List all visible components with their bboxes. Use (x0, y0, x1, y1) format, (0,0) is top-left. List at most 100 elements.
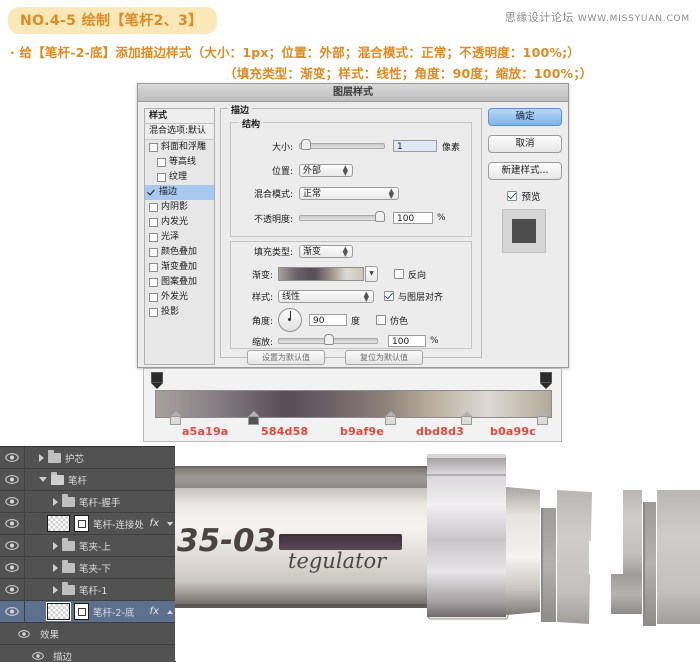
checkbox-icon[interactable] (149, 278, 158, 287)
style-item-pattern-overlay[interactable]: 图案叠加 (145, 275, 214, 290)
color-stop-3[interactable] (385, 411, 396, 425)
layer-row-bi-gan-woshou[interactable]: 笔杆-握手 (0, 491, 175, 513)
eye-icon[interactable] (0, 645, 48, 662)
checkbox-icon[interactable] (149, 218, 158, 227)
dialog-titlebar: 图层样式 (138, 84, 568, 102)
eye-icon[interactable] (0, 447, 25, 468)
size-slider-knob[interactable] (301, 139, 311, 150)
opacity-input[interactable]: 100 (393, 212, 433, 224)
layer-thumbnail[interactable] (47, 515, 70, 532)
reverse-checkbox[interactable] (394, 269, 404, 279)
style-item-stroke[interactable]: 描边 (145, 185, 214, 200)
stop-square-icon (385, 416, 396, 425)
expand-arrow-icon[interactable] (53, 498, 58, 506)
cancel-button[interactable]: 取消 (488, 135, 562, 153)
layer-row-bi-gan-1[interactable]: 笔杆-1 (0, 579, 175, 601)
vector-mask-thumbnail[interactable] (74, 603, 89, 620)
eye-icon[interactable] (0, 623, 34, 644)
expand-arrow-icon[interactable] (39, 454, 44, 462)
checkbox-icon[interactable] (149, 248, 158, 257)
expand-arrow-icon[interactable] (53, 542, 58, 550)
angle-input[interactable]: 90 (309, 314, 347, 326)
style-item-color-overlay[interactable]: 颜色叠加 (145, 245, 214, 260)
layers-panel: 护芯 笔杆 笔杆-握手 (0, 446, 176, 662)
preview-toggle-row[interactable]: 预览 (488, 189, 560, 203)
checkbox-icon[interactable] (149, 293, 158, 302)
scale-slider-knob[interactable] (324, 334, 334, 345)
chevron-down-icon[interactable]: ▼ (365, 266, 378, 282)
layer-row-effect-stroke[interactable]: 描边 (0, 645, 175, 662)
style-item-inner-shadow[interactable]: 内阴影 (145, 200, 214, 215)
effects-disclosure-icon[interactable] (165, 513, 175, 534)
eye-icon[interactable] (0, 579, 25, 600)
eye-icon[interactable] (0, 491, 25, 512)
collapse-arrow-icon[interactable] (39, 477, 47, 482)
gradient-preview-swatch[interactable] (278, 267, 364, 281)
gradient-style-select[interactable]: 线性 ▲▼ (278, 290, 374, 303)
checkbox-icon[interactable] (149, 263, 158, 272)
checkbox-icon[interactable] (149, 203, 158, 212)
expand-arrow-icon[interactable] (53, 586, 58, 594)
folder-icon (62, 541, 75, 551)
gradient-ramp[interactable] (155, 390, 552, 418)
layer-thumbnail[interactable] (47, 603, 70, 620)
preview-label: 预览 (521, 189, 540, 203)
style-item-outer-glow[interactable]: 外发光 (145, 290, 214, 305)
position-select[interactable]: 外部 ▲▼ (299, 164, 353, 177)
style-item-inner-glow[interactable]: 内发光 (145, 215, 214, 230)
layer-row-bijia-shang[interactable]: 笔夹-上 (0, 535, 175, 557)
new-style-button[interactable]: 新建样式... (488, 162, 562, 180)
checkbox-icon[interactable] (149, 308, 158, 317)
style-item-texture[interactable]: 纹理 (145, 170, 214, 185)
angle-dial[interactable] (278, 308, 302, 332)
expand-arrow-icon[interactable] (53, 564, 58, 572)
layer-row-bi-gan-group[interactable]: 笔杆 (0, 469, 175, 491)
style-item-gradient-overlay[interactable]: 渐变叠加 (145, 260, 214, 275)
fill-type-select[interactable]: 渐变 ▲▼ (299, 245, 353, 258)
layer-row-effects[interactable]: 效果 (0, 623, 175, 645)
opacity-slider-knob[interactable] (375, 211, 385, 222)
layer-row-hu-xin[interactable]: 护芯 (0, 447, 175, 469)
opacity-stop-right[interactable] (540, 372, 552, 388)
checkbox-icon[interactable] (149, 143, 158, 152)
opacity-slider[interactable] (299, 215, 385, 221)
checkbox-icon[interactable] (157, 173, 166, 182)
checkbox-icon[interactable] (149, 233, 158, 242)
eye-icon[interactable] (0, 601, 25, 622)
checkbox-icon[interactable] (157, 158, 166, 167)
color-stop-5[interactable] (537, 411, 548, 425)
blend-mode-select[interactable]: 正常 ▲▼ (299, 187, 399, 200)
color-stop-1[interactable] (170, 411, 181, 425)
color-stop-2[interactable] (248, 411, 259, 425)
style-item-drop-shadow[interactable]: 投影 (145, 305, 214, 320)
scale-input[interactable]: 100 (388, 335, 426, 347)
pen-segment-6 (657, 490, 700, 624)
eye-icon[interactable] (0, 469, 25, 490)
size-input[interactable]: 1 (393, 140, 437, 152)
eye-icon[interactable] (0, 557, 25, 578)
style-item-bevel[interactable]: 斜面和浮雕 (145, 140, 214, 155)
fx-icon[interactable]: fx (150, 518, 161, 529)
reset-default-button[interactable]: 复位为默认值 (345, 350, 423, 365)
preview-checkbox[interactable] (507, 191, 517, 201)
checkbox-checked-icon[interactable] (149, 189, 156, 196)
fx-icon[interactable]: fx (150, 606, 161, 617)
color-stop-4[interactable] (461, 411, 472, 425)
style-item-label: 纹理 (169, 170, 187, 185)
style-item-satin[interactable]: 光泽 (145, 230, 214, 245)
blending-options-item[interactable]: 混合选项:默认 (145, 124, 214, 140)
layer-row-bi-gan-2-di[interactable]: 笔杆-2-底 fx (0, 601, 175, 623)
align-with-layer-checkbox[interactable] (384, 291, 394, 301)
dither-checkbox[interactable] (376, 315, 386, 325)
style-item-contour[interactable]: 等高线 (145, 155, 214, 170)
eye-icon[interactable] (0, 535, 25, 556)
opacity-stop-left[interactable] (151, 372, 163, 388)
effects-disclosure-icon[interactable] (165, 601, 175, 622)
eye-icon[interactable] (0, 513, 25, 534)
layer-row-bijia-xia[interactable]: 笔夹-下 (0, 557, 175, 579)
vector-mask-thumbnail[interactable] (74, 515, 89, 532)
size-slider[interactable] (299, 143, 385, 149)
ok-button[interactable]: 确定 (488, 108, 562, 126)
layer-row-bi-gan-lianjiechu[interactable]: 笔杆-连接处 fx (0, 513, 175, 535)
make-default-button[interactable]: 设置为默认值 (247, 350, 325, 365)
